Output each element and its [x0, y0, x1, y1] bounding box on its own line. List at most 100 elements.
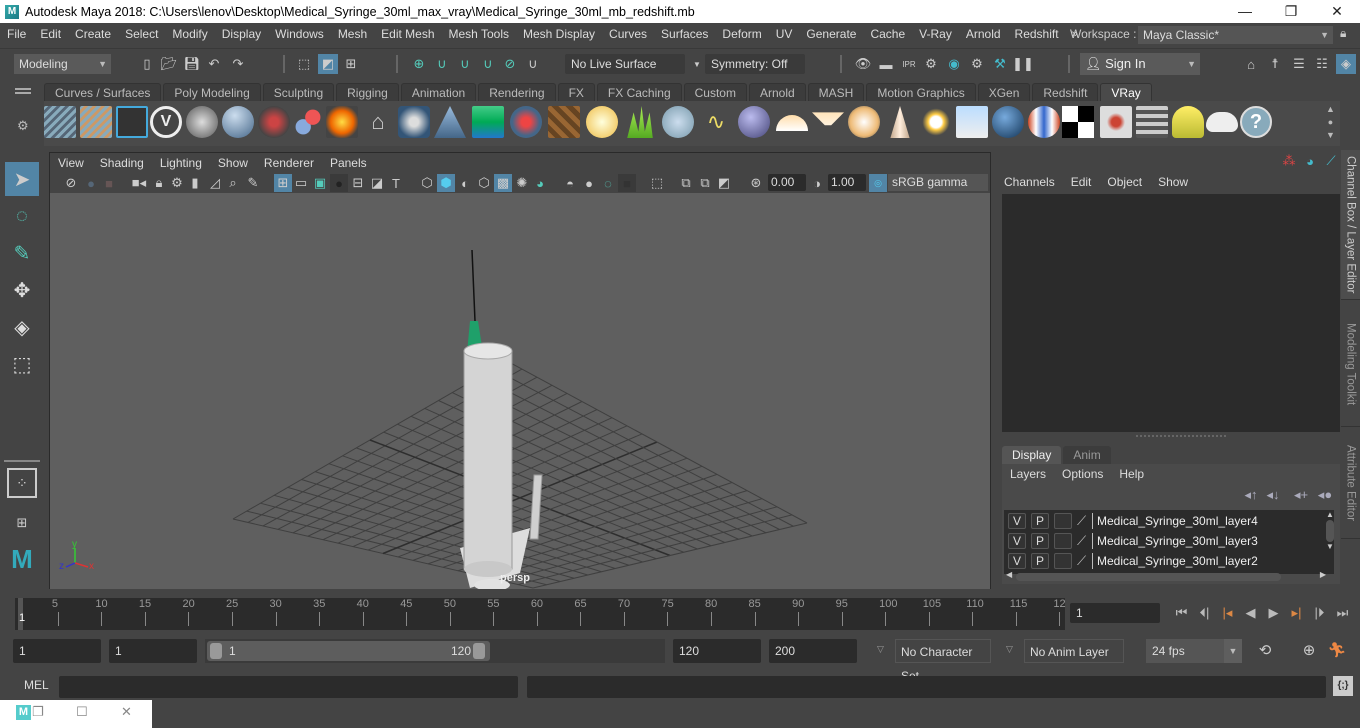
loop-icon[interactable]: ⟲	[1256, 641, 1274, 659]
menu-show[interactable]: Show	[1150, 175, 1196, 189]
menu-file[interactable]: File	[0, 27, 33, 41]
motion-blur-icon[interactable]: ●	[580, 174, 598, 192]
render-setup-icon[interactable]: ⚙︎	[968, 55, 986, 73]
vray-dome-icon[interactable]	[222, 106, 254, 138]
side-tab-channel-box[interactable]: Channel Box / Layer Editor	[1341, 150, 1360, 300]
attribute-editor-icon[interactable]: ☰	[1290, 55, 1308, 73]
layer-visibility-toggle[interactable]: V	[1008, 553, 1026, 569]
tab-display[interactable]: Display	[1002, 446, 1062, 464]
tool-settings-icon[interactable]: ☷	[1313, 55, 1331, 73]
vray-export-icon[interactable]	[44, 106, 76, 138]
smooth-shade-icon[interactable]: ⬢	[437, 174, 455, 192]
layer-playback-toggle[interactable]: P	[1031, 513, 1049, 529]
menu-modify[interactable]: Modify	[165, 27, 214, 41]
menu-deform[interactable]: Deform	[715, 27, 768, 41]
vray-materials-icon[interactable]	[292, 106, 324, 138]
layer-display-type-toggle[interactable]	[1054, 553, 1072, 569]
snap-grid-icon[interactable]: ⊕	[410, 55, 428, 73]
vray-fur-icon[interactable]	[627, 106, 653, 138]
select-hierarchy-icon[interactable]: ⬚	[295, 55, 313, 73]
step-forward-key-icon[interactable]: ▸|	[1285, 605, 1308, 621]
vray-spline-icon[interactable]: ∿	[700, 106, 732, 138]
panel-splitter[interactable]	[1136, 435, 1226, 437]
anim-layer-field[interactable]: No Anim Layer	[1024, 639, 1124, 663]
menu-mesh-tools[interactable]: Mesh Tools	[442, 27, 516, 41]
menu-surfaces[interactable]: Surfaces	[654, 27, 715, 41]
fps-dropdown[interactable]: 24 fps ▼	[1146, 639, 1242, 663]
vp-menu-renderer[interactable]: Renderer	[256, 156, 322, 170]
move-layer-up-icon[interactable]: ◂↑	[1242, 486, 1260, 504]
open-scene-icon[interactable]: 📂︎	[160, 55, 178, 73]
layer-color-swatch-icon[interactable]: ⟋	[1077, 553, 1093, 569]
vray-light-plane-icon[interactable]	[472, 106, 504, 138]
restore-icon[interactable]: ❐	[32, 704, 44, 720]
go-to-end-icon[interactable]: ⏭	[1331, 605, 1354, 621]
shelf-tab-redshift[interactable]: Redshift	[1032, 83, 1099, 101]
vray-toggle-icon[interactable]: ⊘	[62, 174, 80, 192]
step-back-key-icon[interactable]: |◂	[1216, 605, 1239, 621]
snap-curve-icon[interactable]: ∪	[433, 55, 451, 73]
wireframe-icon[interactable]: ⬡	[418, 174, 436, 192]
vray-dome-light-icon[interactable]	[776, 115, 808, 131]
close-button[interactable]: ✕	[1314, 0, 1360, 23]
channel-list[interactable]	[1002, 194, 1340, 432]
layer-row[interactable]: V P ⟋ Medical_Syringe_30ml_layer4	[1008, 512, 1324, 530]
select-tool-icon[interactable]: ➤	[5, 162, 39, 196]
menu-windows[interactable]: Windows	[268, 27, 331, 41]
light-editor-icon[interactable]: ⚒︎	[991, 55, 1009, 73]
image-plane-icon[interactable]: ◿	[206, 174, 224, 192]
shelf-tab-animation[interactable]: Animation	[400, 83, 477, 101]
layer-vertical-scrollbar[interactable]: ▲ ▼	[1326, 510, 1334, 568]
vray-omni-light-icon[interactable]	[848, 106, 880, 138]
create-layer-icon[interactable]: ◂+	[1292, 486, 1310, 504]
bookmark-icon[interactable]: ▮	[186, 174, 204, 192]
scale-tool-icon[interactable]: ⬚	[5, 347, 39, 381]
modeling-toolkit-icon[interactable]: ⌂	[1242, 55, 1260, 73]
use-all-lights-icon[interactable]: ✺	[513, 174, 531, 192]
shelf-tab-motion-graphics[interactable]: Motion Graphics	[866, 83, 976, 101]
select-object-icon[interactable]: ◩	[318, 54, 338, 74]
vray-sphere-light-icon[interactable]	[586, 106, 618, 138]
maximize-button[interactable]: ❐	[1268, 0, 1314, 23]
playback-start-field[interactable]: 1	[109, 639, 197, 663]
vray-import-icon[interactable]	[80, 106, 112, 138]
menu-set-dropdown[interactable]: Modeling ▼	[14, 54, 111, 74]
vray-vfb-icon[interactable]	[1100, 106, 1132, 138]
menu-mesh-display[interactable]: Mesh Display	[516, 27, 602, 41]
four-view-layout-icon[interactable]: ⊞	[5, 506, 39, 540]
vray-blue-sphere-icon[interactable]	[992, 106, 1024, 138]
range-slider-track[interactable]: 1 120	[205, 639, 665, 663]
gamma-field[interactable]: 1.00	[828, 174, 866, 191]
current-frame-field[interactable]: 1	[1070, 603, 1160, 623]
anti-aliasing-icon[interactable]: ◌	[599, 174, 617, 192]
undo-icon[interactable]: ↶	[205, 55, 223, 73]
menu-uv[interactable]: UV	[769, 27, 800, 41]
vp-menu-shading[interactable]: Shading	[92, 156, 152, 170]
vray-camera-icon[interactable]	[258, 106, 290, 138]
chevron-down-icon[interactable]: ▽	[877, 644, 884, 655]
vray-frame-buffer-icon[interactable]	[186, 106, 218, 138]
side-tab-attribute-editor[interactable]: Attribute Editor	[1341, 429, 1360, 539]
menu-object[interactable]: Object	[1099, 175, 1150, 189]
xray-joints-icon[interactable]: ⧉	[696, 174, 714, 192]
vray-texture-icon[interactable]	[548, 106, 580, 138]
mel-label[interactable]: MEL	[24, 678, 49, 692]
exposure-icon[interactable]: ⊛	[747, 174, 765, 192]
menu-redshift[interactable]: Redshift	[1008, 27, 1066, 41]
menu-arnold[interactable]: Arnold	[959, 27, 1008, 41]
camera-lock-icon[interactable]: 🔒︎	[150, 174, 168, 192]
menu-channels[interactable]: Channels	[996, 175, 1063, 189]
vray-proxy-icon[interactable]: ⌂	[362, 106, 394, 138]
tab-anim[interactable]: Anim	[1063, 446, 1111, 464]
play-backwards-icon[interactable]: ◀	[1239, 605, 1262, 621]
layer-playback-toggle[interactable]: P	[1031, 533, 1049, 549]
human-ik-icon[interactable]: ☨	[1266, 55, 1284, 73]
vray-plane-icon[interactable]	[956, 106, 988, 138]
screen-space-ao-icon[interactable]: ◓	[561, 174, 579, 192]
menu-edit[interactable]: Edit	[33, 27, 68, 41]
play-forwards-icon[interactable]: ▶	[1262, 605, 1285, 621]
vray-list-icon[interactable]	[116, 106, 148, 138]
layer-name[interactable]: Medical_Syringe_30ml_layer3	[1097, 534, 1258, 548]
pause-icon[interactable]: ❚❚	[1012, 55, 1034, 73]
save-scene-icon[interactable]: 💾︎	[183, 55, 201, 73]
